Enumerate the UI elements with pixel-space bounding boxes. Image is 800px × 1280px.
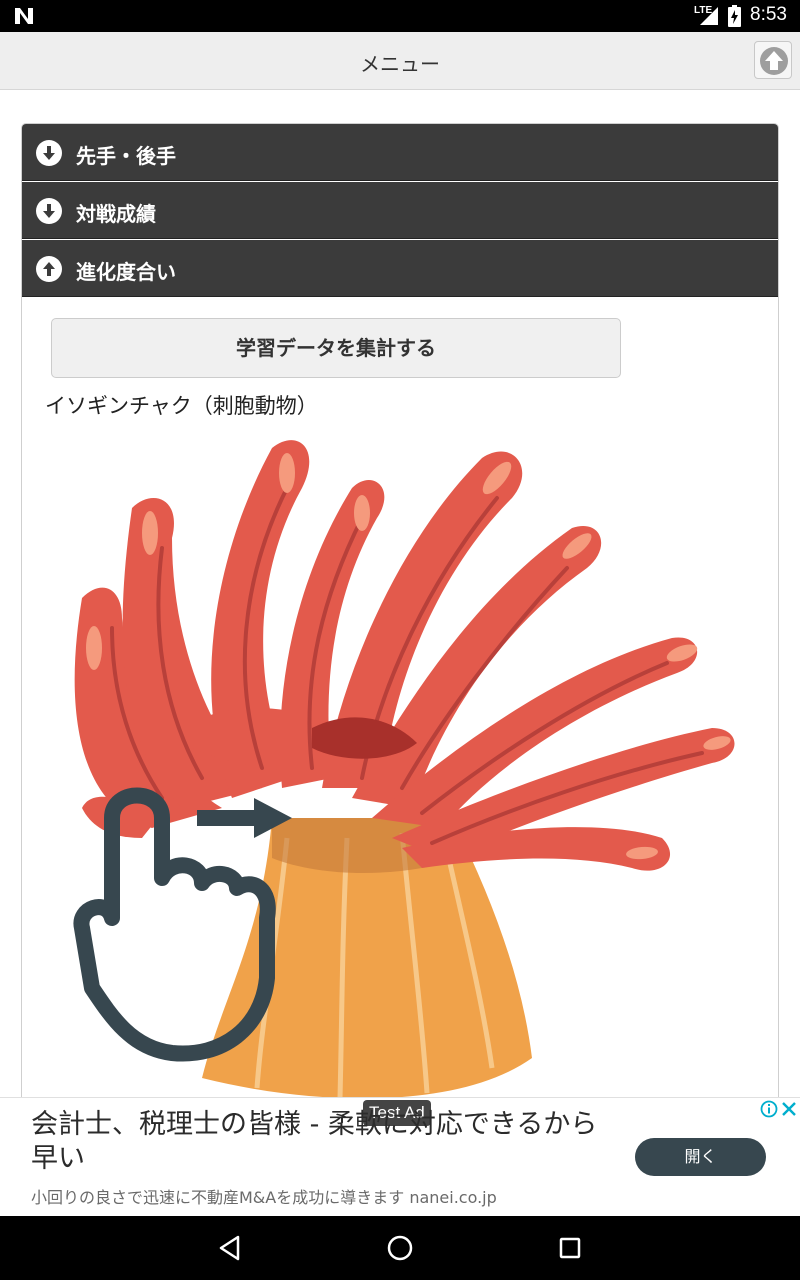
- signal-icon: [700, 7, 718, 25]
- menu-panel: 先手・後手 対戦成績 進化度合い 学習データを集計する イソギンチャク（刺胞動物…: [21, 123, 779, 1113]
- aggregate-learning-data-button[interactable]: 学習データを集計する: [51, 318, 621, 378]
- system-nav-bar: [0, 1216, 800, 1280]
- ad-headline[interactable]: 会計士、税理士の皆様 - 柔軟に対応できるから早い: [31, 1108, 611, 1176]
- scroll-top-button[interactable]: [754, 41, 792, 79]
- app-bar: メニュー: [0, 32, 800, 90]
- arrow-down-icon: [36, 198, 62, 224]
- clock: 8:53: [750, 4, 787, 25]
- accordion-label: 先手・後手: [76, 144, 176, 168]
- home-icon[interactable]: [386, 1234, 414, 1262]
- sea-anemone-illustration: [73, 440, 735, 1099]
- accordion-first-second[interactable]: 先手・後手: [22, 124, 778, 181]
- arrow-up-circle-icon: [760, 47, 788, 75]
- ad-close-icon[interactable]: [780, 1100, 798, 1118]
- ad-banner[interactable]: Test Ad 会計士、税理士の皆様 - 柔軟に対応できるから早い 小回りの良さ…: [0, 1097, 800, 1215]
- page-title: メニュー: [360, 52, 440, 76]
- back-icon[interactable]: [216, 1234, 244, 1262]
- battery-charging-icon: [728, 5, 741, 27]
- recents-icon[interactable]: [556, 1234, 584, 1262]
- arrow-up-icon: [36, 256, 62, 282]
- status-bar: LTE 8:53: [0, 0, 800, 32]
- creature-caption: イソギンチャク（刺胞動物）: [45, 394, 318, 418]
- accordion-match-record[interactable]: 対戦成績: [22, 182, 778, 239]
- ad-open-button[interactable]: 開く: [635, 1138, 766, 1176]
- ad-description: 小回りの良さで迅速に不動産M&Aを成功に導きます nanei.co.jp: [31, 1188, 497, 1207]
- accordion-evolution-level[interactable]: 進化度合い: [22, 240, 778, 297]
- tap-gesture-icon: [73, 787, 292, 1062]
- arrow-down-icon: [36, 140, 62, 166]
- ad-info-icon[interactable]: [760, 1100, 778, 1118]
- accordion-label: 対戦成績: [76, 202, 156, 226]
- notification-n-icon: [15, 8, 33, 24]
- accordion-label: 進化度合い: [76, 260, 176, 284]
